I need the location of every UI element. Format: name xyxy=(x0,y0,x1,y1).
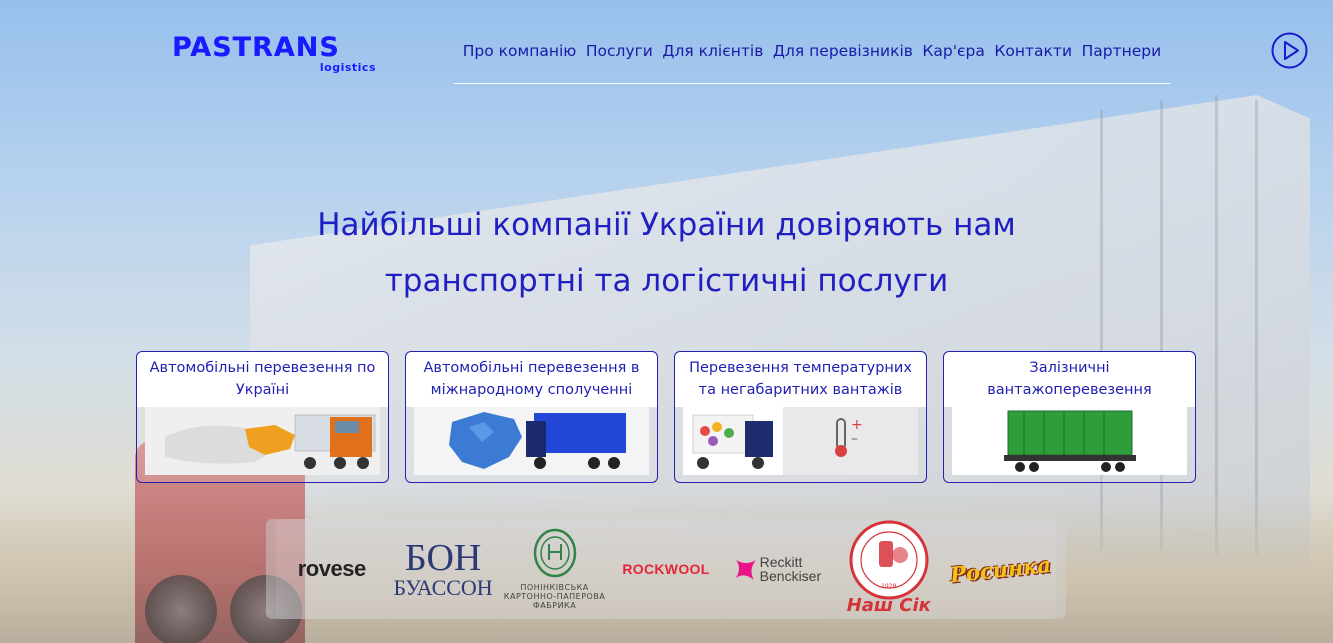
partner-name-line-1: БОН xyxy=(404,537,482,579)
nav-services[interactable]: Послуги xyxy=(586,34,653,60)
service-card-title: Автомобільні перевезення по Україні xyxy=(137,352,388,407)
partner-logos: rovese БОН БУАССОН ПОНІНКІВСЬКА КАРТОННО… xyxy=(266,519,1066,619)
nav-contacts[interactable]: Контакти xyxy=(994,34,1072,60)
partner-line-2: Benckiser xyxy=(759,568,822,584)
nav-clients[interactable]: Для клієнтів xyxy=(662,34,763,60)
hero-line-2: транспортні та логістичні послуги xyxy=(384,263,949,299)
partner-name: rovese xyxy=(297,556,366,581)
service-card-international[interactable]: Автомобільні перевезення в міжнародному … xyxy=(405,351,658,483)
partner-logo-nash-sik[interactable]: 1928 Наш Сік xyxy=(833,519,945,619)
service-card-temperature[interactable]: Перевезення температурних та негабаритни… xyxy=(674,351,927,483)
partner-line-3: ФАБРИКА xyxy=(532,601,577,610)
partner-logo-reckitt-benckiser[interactable]: Reckitt Benckiser xyxy=(721,519,834,619)
hero-line-1: Найбільші компанії України довіряють нам xyxy=(317,207,1016,243)
rail-wagon-image xyxy=(952,407,1187,475)
service-card-ukraine[interactable]: Автомобільні перевезення по Україні xyxy=(136,351,389,483)
nav-carriers[interactable]: Для перевізників xyxy=(773,34,913,60)
logo-sub-text: logistics xyxy=(319,61,376,74)
services-grid: Автомобільні перевезення по Україні Авто… xyxy=(136,351,1196,483)
partner-name: ROCKWOOL xyxy=(622,561,710,577)
logo-main-text: PASTRANS xyxy=(172,32,340,63)
partner-name: Наш Сік xyxy=(846,595,931,616)
partner-line-1: Reckitt xyxy=(759,554,803,570)
hero-heading: Найбільші компанії України довіряють нам… xyxy=(250,197,1083,309)
service-card-title: Автомобільні перевезення в міжнародному … xyxy=(406,352,657,407)
service-card-title: Залізничні вантажоперевезення xyxy=(944,352,1195,407)
nash-sik-seal-icon xyxy=(849,520,929,600)
nav-career[interactable]: Кар'єра xyxy=(922,34,984,60)
ukraine-map-truck-image xyxy=(145,407,380,475)
service-card-title: Перевезення температурних та негабаритни… xyxy=(675,352,926,407)
play-circle-icon[interactable] xyxy=(1271,32,1308,69)
service-card-rail[interactable]: Залізничні вантажоперевезення xyxy=(943,351,1196,483)
partner-logo-bon-buasson[interactable]: БОН БУАССОН xyxy=(387,519,500,619)
svg-text:–: – xyxy=(851,431,858,447)
nav-partners[interactable]: Партнери xyxy=(1082,34,1162,60)
partner-logo-rockwool[interactable]: ROCKWOOL xyxy=(610,519,723,619)
partner-name: Росинка xyxy=(948,551,1052,587)
nav-about[interactable]: Про компанію xyxy=(463,34,577,60)
main-nav: Про компанію Послуги Для клієнтів Для пе… xyxy=(454,34,1170,84)
partner-line-2: КАРТОННО-ПАПЕРОВА xyxy=(503,592,606,601)
site-logo[interactable]: PASTRANS logistics xyxy=(172,32,378,78)
partner-name-line-2: БУАССОН xyxy=(393,575,493,600)
partner-line-1: ПОНІНКІВСЬКА xyxy=(520,583,589,592)
reckitt-swoosh-icon xyxy=(735,560,756,580)
europe-map-truck-image xyxy=(414,407,649,475)
partner-logo-poninka[interactable]: ПОНІНКІВСЬКА КАРТОННО-ПАПЕРОВА ФАБРИКА xyxy=(498,519,611,619)
poninka-emblem-icon xyxy=(533,528,576,578)
partner-year: 1928 xyxy=(881,583,897,590)
reefer-truck-thermometer-image: + – xyxy=(683,407,918,475)
partner-logo-rosynka[interactable]: Росинка xyxy=(944,519,1057,619)
partner-logo-rovese[interactable]: rovese xyxy=(276,519,388,619)
